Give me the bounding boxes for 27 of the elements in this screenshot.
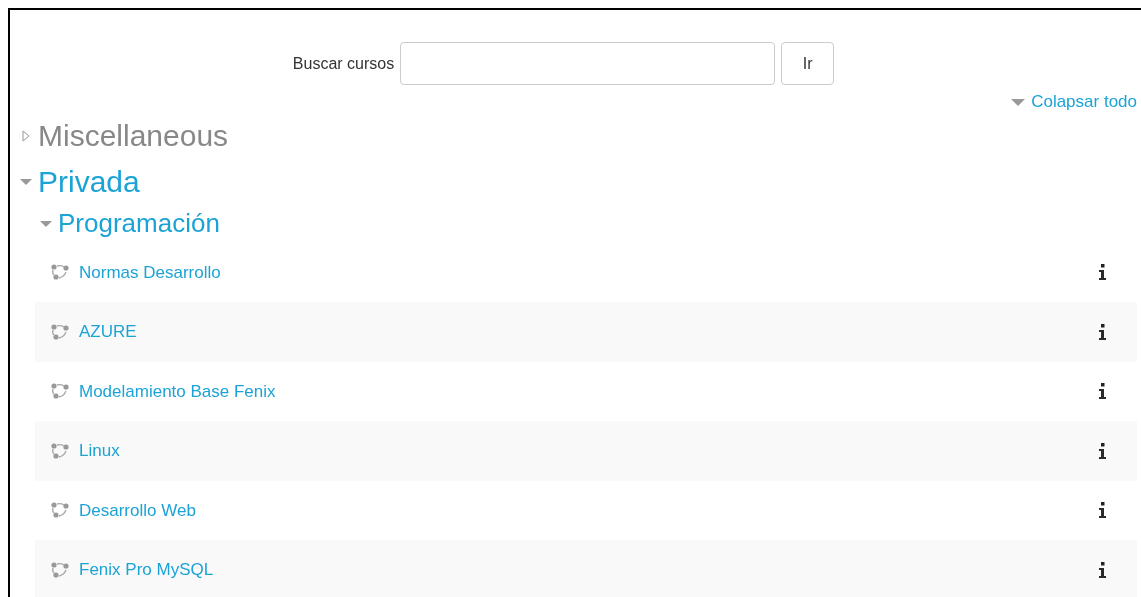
info-icon[interactable] <box>1098 561 1107 578</box>
category-link[interactable]: Programación <box>58 204 220 243</box>
category-link[interactable]: Miscellaneous <box>38 113 229 158</box>
info-icon[interactable] <box>1098 442 1107 459</box>
course-link[interactable]: Desarrollo Web <box>79 497 196 523</box>
course-icon <box>50 382 70 401</box>
course-icon <box>50 501 70 520</box>
search-field[interactable] <box>400 42 776 85</box>
course-link[interactable]: Fenix Pro MySQL <box>79 557 214 583</box>
expand-caret-icon[interactable] <box>20 129 32 142</box>
info-icon[interactable] <box>1098 264 1107 281</box>
info-icon[interactable] <box>1098 323 1107 340</box>
search-label: Buscar cursos <box>292 53 395 74</box>
course-link[interactable]: Modelamiento Base Fenix <box>79 378 276 404</box>
info-icon[interactable] <box>1098 383 1107 400</box>
course-link[interactable]: Normas Desarrollo <box>79 259 221 285</box>
course-icon <box>50 322 70 341</box>
course-icon <box>50 441 70 460</box>
info-icon[interactable] <box>1098 502 1107 519</box>
course-icon <box>50 263 70 282</box>
course-icon <box>50 560 70 579</box>
course-link[interactable]: Linux <box>79 438 120 464</box>
collapse-caret-icon[interactable] <box>1011 96 1026 107</box>
go-button[interactable]: Ir <box>781 42 835 85</box>
course-link[interactable]: AZURE <box>79 319 137 345</box>
category-link[interactable]: Privada <box>38 159 140 204</box>
collapse-all-link[interactable]: Colapsar todo <box>1031 89 1137 115</box>
